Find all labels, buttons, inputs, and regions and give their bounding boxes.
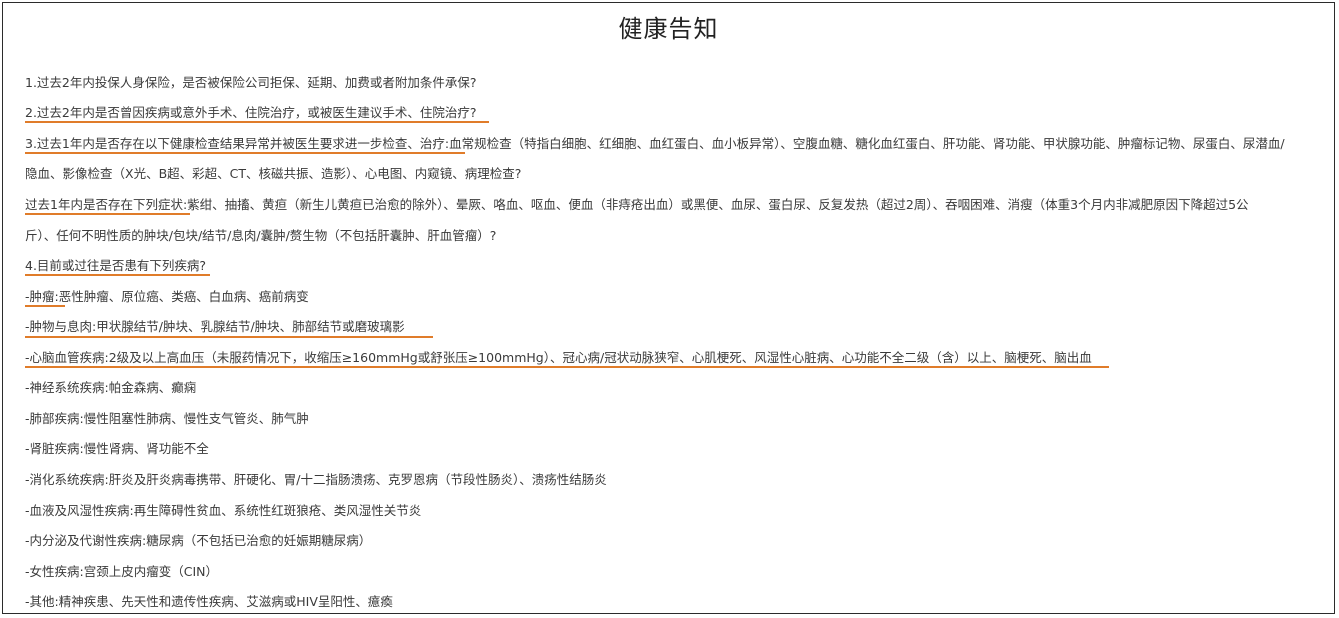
page-title: 健康告知 <box>618 15 719 43</box>
disease-text: 糖尿病（不包括已治愈的妊娠期糖尿病） <box>146 533 372 548</box>
question-4: 4.目前或过往是否患有下列疾病? <box>25 258 207 273</box>
disease-text: 再生障碍性贫血、系统性红斑狼疮、类风湿性关节炎 <box>133 503 422 518</box>
highlight-underline <box>25 274 210 276</box>
highlight-underline <box>25 366 1109 368</box>
health-notice-panel: 健康告知 1.过去2年内投保人身保险，是否被保险公司拒保、延期、加费或者附加条件… <box>2 2 1335 614</box>
disease-label: -神经系统疾病: <box>25 380 109 395</box>
disease-item-digestive: -消化系统疾病:肝炎及肝炎病毒携带、肝硬化、胃/十二指肠溃疡、克罗恩病（节段性肠… <box>25 465 1326 495</box>
question-3b: 过去1年内是否存在下列症状:紫绀、抽搐、黄疸（新生儿黄疸已治愈的除外）、晕厥、咯… <box>25 190 1326 220</box>
question-3b-lead: 过去1年内是否存在下列症状: <box>25 197 188 212</box>
disease-label: -肺部疾病: <box>25 411 84 426</box>
highlight-underline <box>25 152 465 154</box>
disease-item-cardiovascular: -心脑血管疾病:2级及以上高血压（未服药情况下，收缩压≥160mmHg或舒张压≥… <box>25 343 1326 373</box>
disease-label: -心脑血管疾病: <box>25 350 109 365</box>
disease-text: 肝炎及肝炎病毒携带、肝硬化、胃/十二指肠溃疡、克罗恩病（节段性肠炎）、溃疡性结肠… <box>108 472 607 487</box>
highlight-underline <box>25 336 433 338</box>
disease-label: -肿瘤: <box>25 289 59 304</box>
disease-item-endocrine: -内分泌及代谢性疾病:糖尿病（不包括已治愈的妊娠期糖尿病） <box>25 526 1326 556</box>
question-3-body: 血常规检查（特指白细胞、红细胞、血红蛋白、血小板异常）、空腹血糖、糖化血红蛋白、… <box>449 136 1285 151</box>
disease-text: 慢性肾病、肾功能不全 <box>83 441 209 456</box>
disease-item-neuro: -神经系统疾病:帕金森病、癫痫 <box>25 373 1326 403</box>
disease-item-kidney: -肾脏疾病:慢性肾病、肾功能不全 <box>25 434 1326 464</box>
disease-text: 帕金森病、癫痫 <box>108 380 197 395</box>
disease-text: 2级及以上高血压（未服药情况下，收缩压≥160mmHg或舒张压≥100mmHg）… <box>108 350 1092 365</box>
disease-label: -内分泌及代谢性疾病: <box>25 533 147 548</box>
disease-item-tumor: -肿瘤:恶性肿瘤、原位癌、类癌、白血病、癌前病变 <box>25 282 1326 312</box>
disease-label: -其他: <box>25 594 59 609</box>
disease-item-blood: -血液及风湿性疾病:再生障碍性贫血、系统性红斑狼疮、类风湿性关节炎 <box>25 496 1326 526</box>
disease-label: -肿物与息肉: <box>25 319 97 334</box>
disease-text: 恶性肿瘤、原位癌、类癌、白血病、癌前病变 <box>58 289 309 304</box>
question-3: 3.过去1年内是否存在以下健康检查结果异常并被医生要求进一步检查、治疗:血常规检… <box>25 129 1326 159</box>
disease-item-lung: -肺部疾病:慢性阻塞性肺病、慢性支气管炎、肺气肿 <box>25 404 1326 434</box>
disease-label: -血液及风湿性疾病: <box>25 503 134 518</box>
disease-item-other: -其他:精神疾患、先天性和遗传性疾病、艾滋病或HIV呈阳性、癔瘓 <box>25 587 1326 617</box>
disease-label: -肾脏疾病: <box>25 441 84 456</box>
disease-label: -消化系统疾病: <box>25 472 109 487</box>
highlight-underline <box>25 305 65 307</box>
highlight-underline <box>25 213 190 215</box>
question-3-lead: 3.过去1年内是否存在以下健康检查结果异常并被医生要求进一步检查、治疗: <box>25 136 450 151</box>
disease-item-female: -女性疾病:宫颈上皮内瘤变（CIN） <box>25 557 1326 587</box>
disease-text: 精神疾患、先天性和遗传性疾病、艾滋病或HIV呈阳性、癔瘓 <box>58 594 393 609</box>
question-1: 1.过去2年内投保人身保险，是否被保险公司拒保、延期、加费或者附加条件承保? <box>25 75 477 90</box>
question-3-line2: 隐血、影像检查（X光、B超、彩超、CT、核磁共振、造影）、心电图、内窥镜、病理检… <box>25 166 522 181</box>
disease-text: 慢性阻塞性肺病、慢性支气管炎、肺气肿 <box>83 411 309 426</box>
disease-label: -女性疾病: <box>25 564 84 579</box>
disease-text: 宫颈上皮内瘤变（CIN） <box>83 564 218 579</box>
question-3b-body: 紫绀、抽搐、黄疸（新生儿黄疸已治愈的除外）、晕厥、咯血、呕血、便血（非痔疮出血）… <box>187 197 1249 212</box>
question-2: 2.过去2年内是否曾因疾病或意外手术、住院治疗，或被医生建议手术、住院治疗? <box>25 105 477 120</box>
disease-text: 甲状腺结节/肿块、乳腺结节/肿块、肺部结节或磨玻璃影 <box>96 319 405 334</box>
question-3b-line2: 斤）、任何不明性质的肿块/包块/结节/息肉/囊肿/赘生物（不包括肝囊肿、肝血管瘤… <box>25 228 497 243</box>
highlight-underline <box>25 121 489 123</box>
